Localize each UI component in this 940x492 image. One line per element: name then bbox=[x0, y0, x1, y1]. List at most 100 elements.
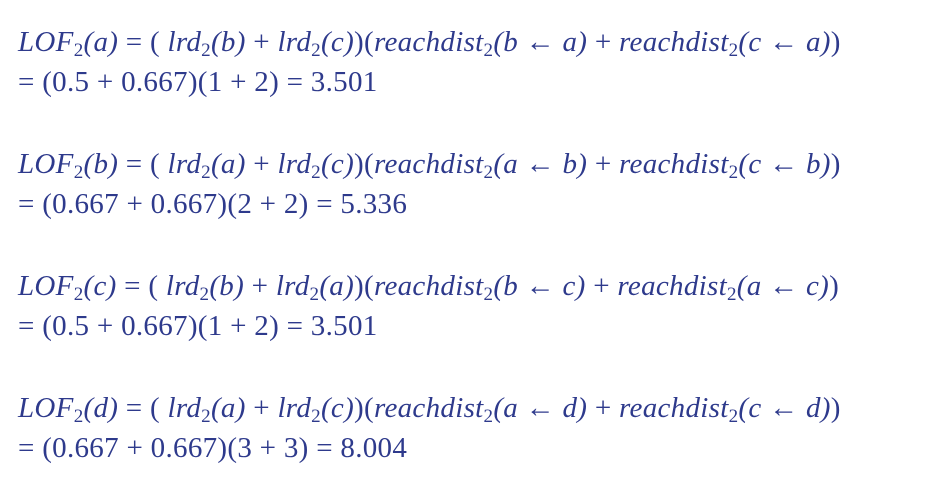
math-operator: + bbox=[253, 148, 278, 180]
math-term: lrd bbox=[167, 26, 202, 58]
math-operator: = ( bbox=[125, 26, 168, 58]
subscript: 2 bbox=[199, 284, 210, 305]
math-operator: + bbox=[593, 270, 618, 302]
math-term: lrd bbox=[167, 392, 202, 424]
math-operator: ) bbox=[830, 392, 841, 424]
math-term: (a) bbox=[210, 392, 254, 424]
subscript: 2 bbox=[73, 284, 84, 305]
subscript: 2 bbox=[726, 284, 737, 305]
subscript: 2 bbox=[728, 40, 739, 61]
math-term: b) bbox=[805, 148, 831, 180]
math-term: LOF bbox=[18, 392, 74, 424]
equation-line-result: = (0.5 + 0.667)(1 + 2) = 3.501 bbox=[18, 310, 378, 342]
subscript: 2 bbox=[73, 162, 84, 183]
math-operator: ← bbox=[525, 270, 563, 302]
math-term: c) bbox=[805, 270, 830, 302]
math-term: (b bbox=[493, 26, 526, 58]
equation-line-definition: LOF2(d) = ( lrd2(a) + lrd2(c))(reachdist… bbox=[18, 388, 841, 428]
equation-lof-d: LOF2(d) = ( lrd2(a) + lrd2(c))(reachdist… bbox=[18, 388, 841, 468]
subscript: 2 bbox=[311, 40, 321, 61]
math-operator: ← bbox=[525, 26, 563, 58]
math-term: lrd bbox=[277, 26, 312, 58]
math-term: (a bbox=[736, 270, 770, 302]
subscript: 2 bbox=[201, 162, 211, 183]
math-term: lrd bbox=[277, 392, 312, 424]
equation-line-result: = (0.667 + 0.667)(2 + 2) = 5.336 bbox=[18, 188, 408, 220]
math-operator: + bbox=[594, 392, 620, 424]
math-term: (a) bbox=[83, 26, 126, 58]
math-operator: + bbox=[251, 270, 276, 302]
math-term: lrd bbox=[275, 270, 310, 302]
equation-lof-b: LOF2(b) = ( lrd2(a) + lrd2(c))(reachdist… bbox=[18, 144, 841, 224]
equation-lof-c: LOF2(c) = ( lrd2(b) + lrd2(a))(reachdist… bbox=[18, 266, 839, 346]
math-term: d) bbox=[805, 392, 831, 424]
subscript: 2 bbox=[73, 40, 84, 61]
subscript: 2 bbox=[483, 40, 494, 61]
math-term: reachdist bbox=[373, 270, 484, 302]
math-term: reachdist bbox=[619, 26, 729, 58]
equation-lof-a: LOF2(a) = ( lrd2(b) + lrd2(c))(reachdist… bbox=[18, 22, 841, 102]
math-term: reachdist bbox=[619, 392, 729, 424]
equation-line-definition: LOF2(c) = ( lrd2(b) + lrd2(a))(reachdist… bbox=[18, 266, 839, 306]
math-term: d) bbox=[562, 392, 595, 424]
math-operator: )( bbox=[354, 26, 374, 58]
math-term: (a bbox=[493, 392, 526, 424]
math-term: (c bbox=[738, 392, 770, 424]
math-term: (c bbox=[738, 26, 770, 58]
math-operator: + bbox=[253, 392, 278, 424]
equation-line-definition: LOF2(b) = ( lrd2(a) + lrd2(c))(reachdist… bbox=[18, 144, 841, 184]
math-operator: = ( bbox=[124, 270, 166, 302]
math-operator: ) bbox=[830, 148, 841, 180]
math-term: (c) bbox=[320, 26, 355, 58]
subscript: 2 bbox=[728, 162, 739, 183]
math-term: (b) bbox=[209, 270, 252, 302]
math-term: lrd bbox=[277, 148, 312, 180]
math-term: (c) bbox=[83, 270, 125, 302]
subscript: 2 bbox=[311, 406, 321, 427]
math-term: LOF bbox=[18, 148, 74, 180]
math-term: (c) bbox=[320, 392, 355, 424]
math-term: (c) bbox=[320, 148, 355, 180]
math-operator: = ( bbox=[125, 392, 168, 424]
math-term: reachdist bbox=[373, 26, 484, 58]
math-operator: ← bbox=[525, 392, 563, 424]
math-term: reachdist bbox=[619, 148, 729, 180]
math-operator: )( bbox=[354, 270, 374, 302]
math-term: (c bbox=[738, 148, 770, 180]
math-term: LOF bbox=[18, 270, 74, 302]
math-term: (a bbox=[493, 148, 526, 180]
math-term: a) bbox=[805, 26, 831, 58]
subscript: 2 bbox=[483, 162, 494, 183]
math-operator: ← bbox=[769, 392, 806, 424]
math-term: (a) bbox=[319, 270, 355, 302]
subscript: 2 bbox=[483, 406, 494, 427]
equation-line-definition: LOF2(a) = ( lrd2(b) + lrd2(c))(reachdist… bbox=[18, 22, 841, 62]
math-term: a) bbox=[562, 26, 595, 58]
math-operator: )( bbox=[354, 392, 374, 424]
math-term: reachdist bbox=[617, 270, 727, 302]
math-term: lrd bbox=[165, 270, 200, 302]
math-operator: + bbox=[594, 26, 620, 58]
subscript: 2 bbox=[201, 40, 211, 61]
subscript: 2 bbox=[483, 284, 494, 305]
math-term: lrd bbox=[167, 148, 202, 180]
equation-line-result: = (0.5 + 0.667)(1 + 2) = 3.501 bbox=[18, 66, 378, 98]
math-term: (b) bbox=[83, 148, 126, 180]
subscript: 2 bbox=[73, 406, 84, 427]
equation-line-result: = (0.667 + 0.667)(3 + 3) = 8.004 bbox=[18, 432, 408, 464]
math-term: (b) bbox=[210, 26, 254, 58]
math-term: LOF bbox=[18, 26, 74, 58]
math-term: reachdist bbox=[373, 392, 484, 424]
math-operator: + bbox=[253, 26, 278, 58]
math-operator: ) bbox=[830, 26, 841, 58]
math-operator: ← bbox=[769, 26, 806, 58]
math-term: (a) bbox=[210, 148, 254, 180]
math-term: (d) bbox=[83, 392, 126, 424]
math-term: b) bbox=[562, 148, 595, 180]
subscript: 2 bbox=[201, 406, 211, 427]
math-operator: )( bbox=[354, 148, 374, 180]
math-operator: + bbox=[594, 148, 620, 180]
subscript: 2 bbox=[728, 406, 739, 427]
math-term: c) bbox=[562, 270, 594, 302]
math-term: (b bbox=[493, 270, 526, 302]
